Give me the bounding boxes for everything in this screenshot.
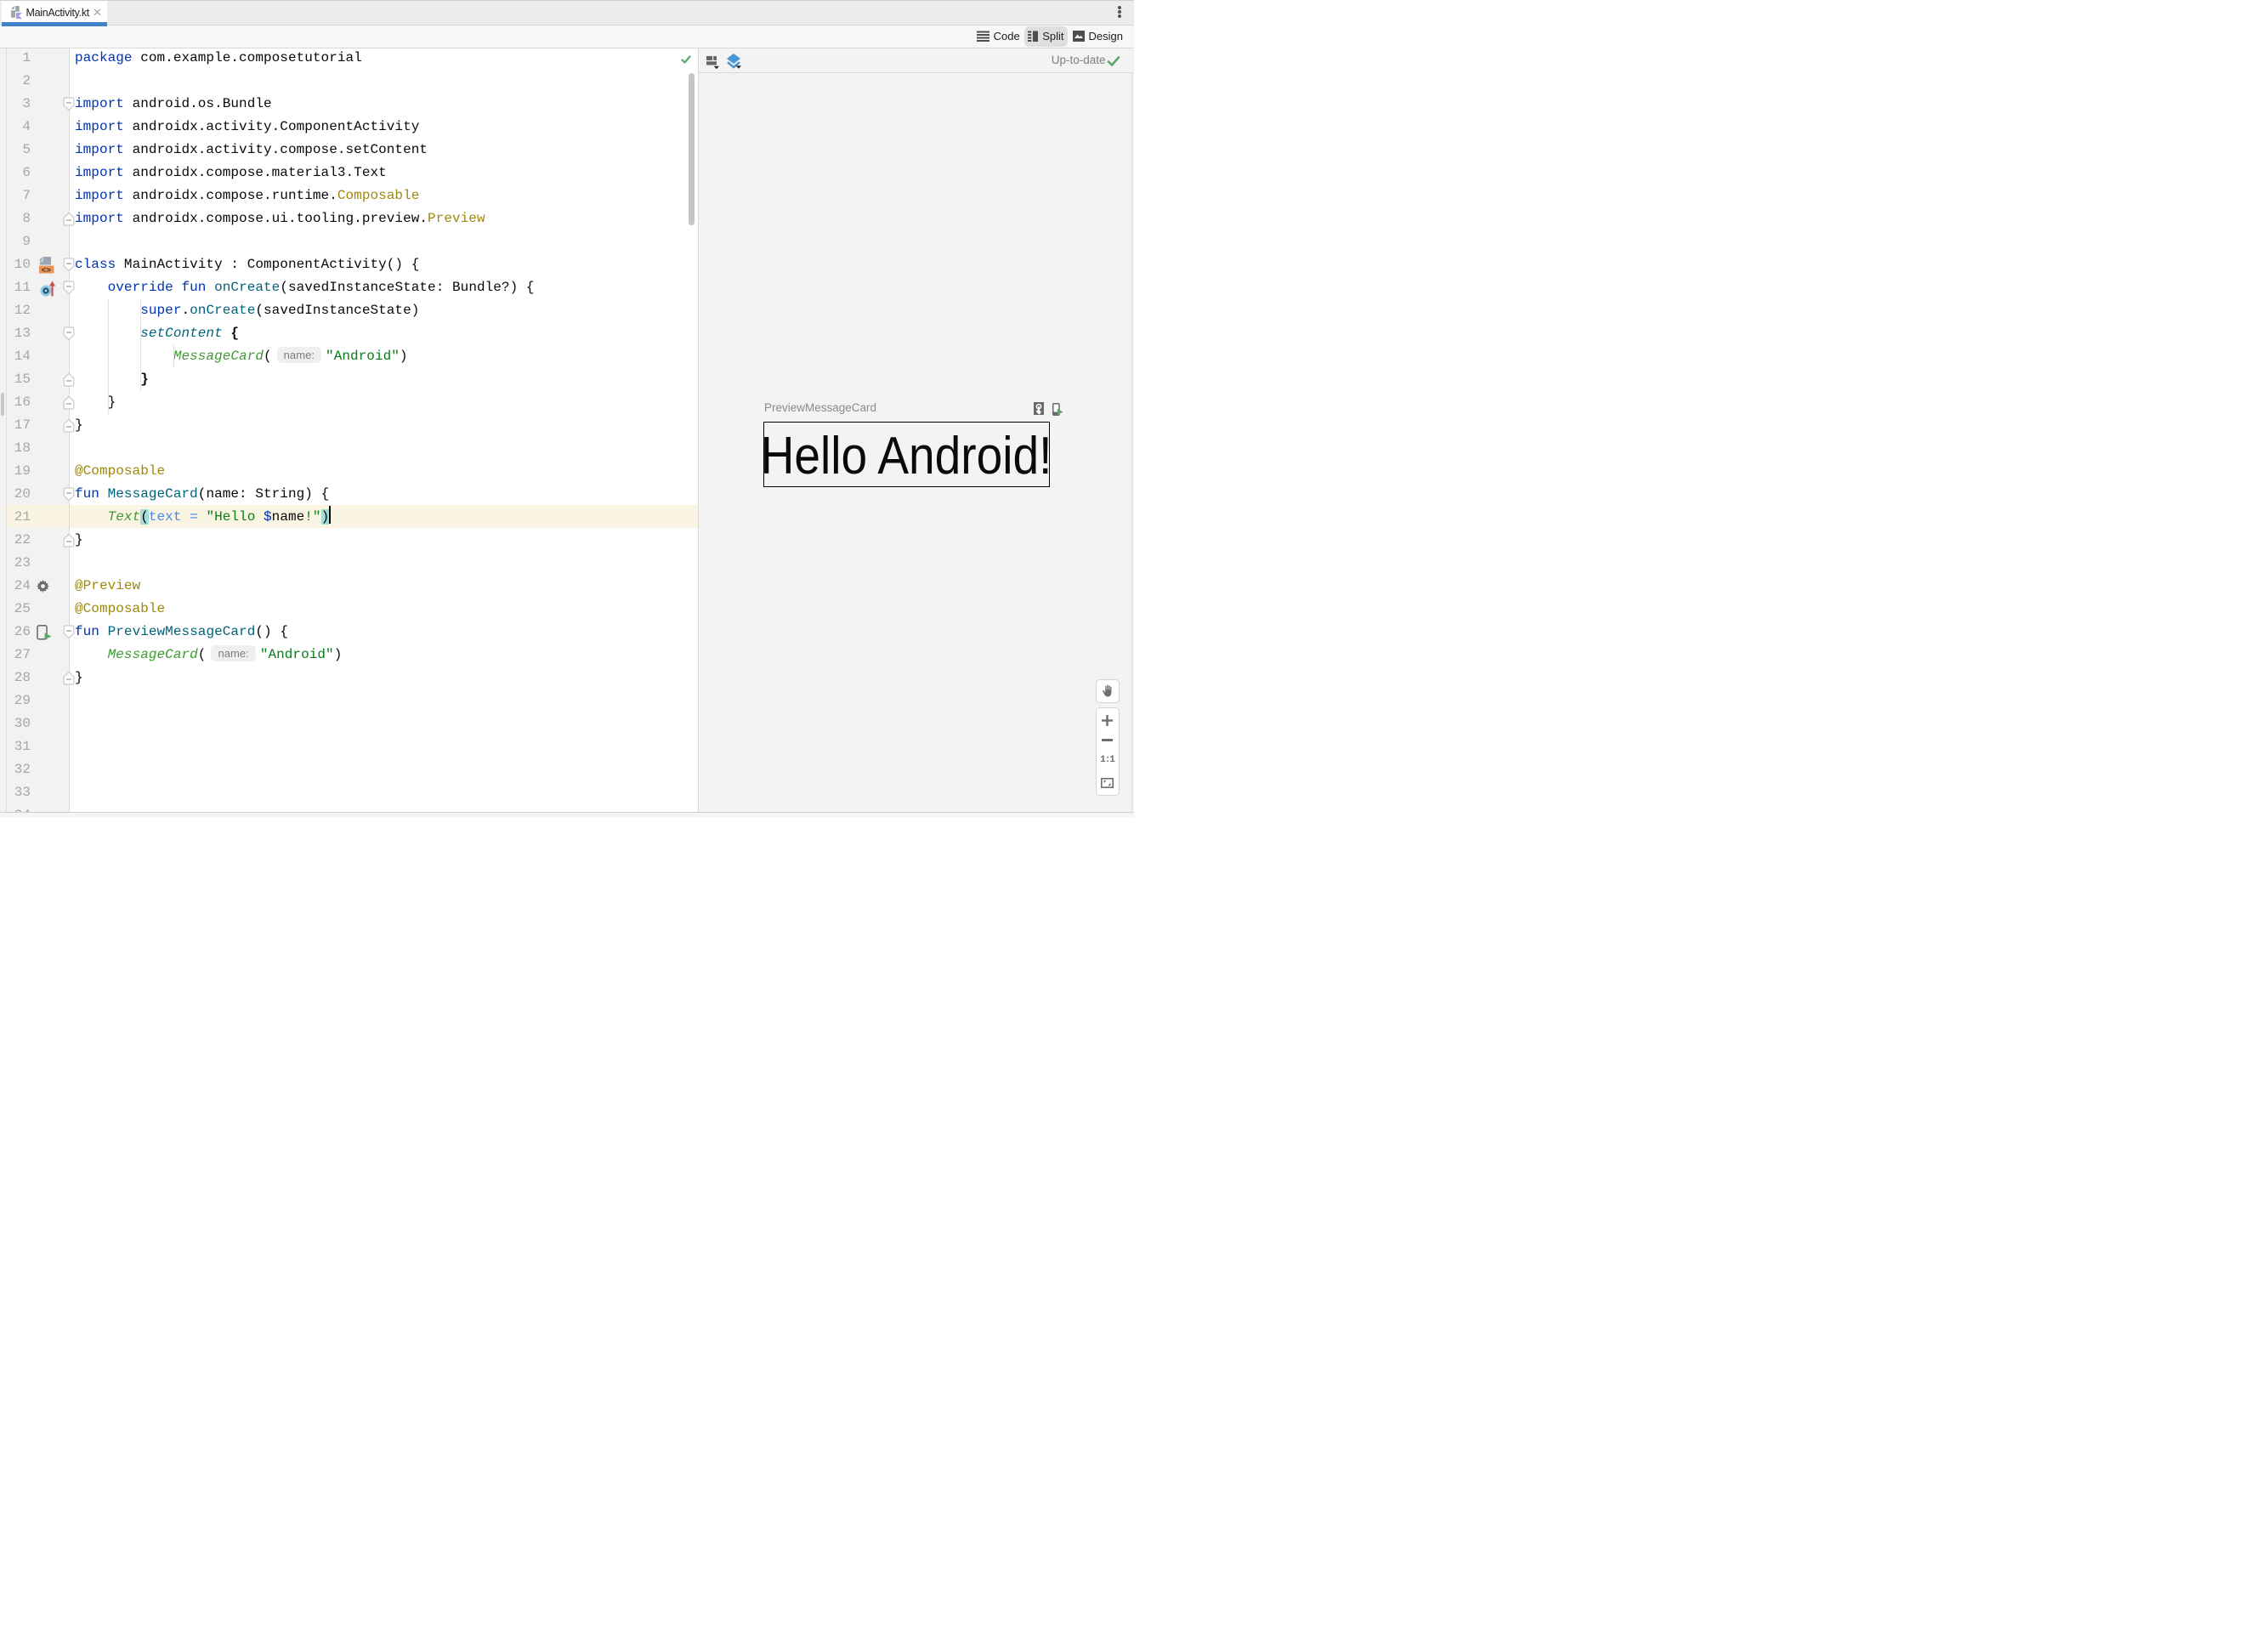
svg-text:<>: <> bbox=[41, 266, 51, 275]
